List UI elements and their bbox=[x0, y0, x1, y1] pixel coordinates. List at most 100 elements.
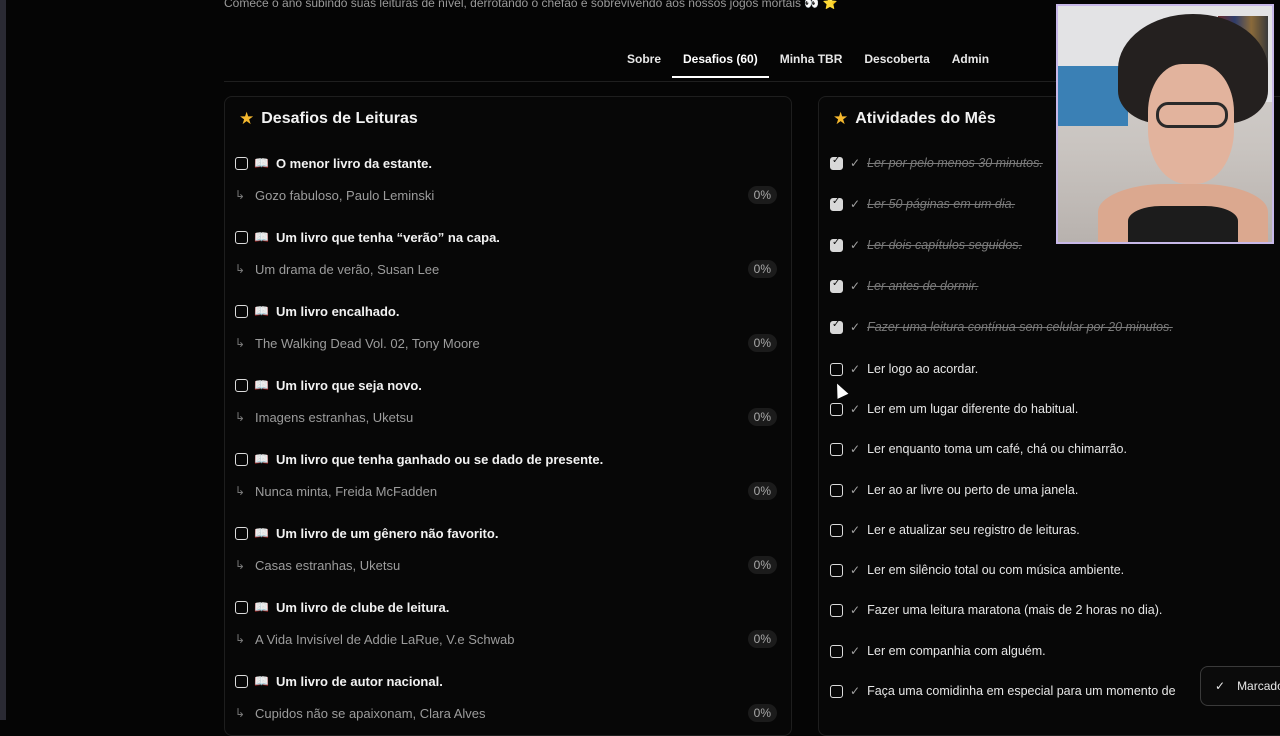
check-icon: ✓ bbox=[850, 197, 861, 211]
challenge-item: 📖 O menor livro da estante. ↳ Gozo fabulos… bbox=[235, 153, 783, 207]
activity-checkbox[interactable] bbox=[830, 155, 843, 170]
activity-label: Ler em companhia com alguém. bbox=[867, 644, 1046, 658]
check-icon: ✓ bbox=[850, 238, 861, 252]
challenge-book[interactable]: The Walking Dead Vol. 02, Tony Moore bbox=[255, 336, 748, 351]
activity-item: ✓ Fazer uma leitura contínua sem celular … bbox=[830, 317, 1173, 337]
activity-item: ✓ Ler enquanto toma um café, chá ou chima… bbox=[830, 439, 1127, 459]
challenge-checkbox[interactable] bbox=[235, 600, 248, 614]
activity-checkbox[interactable] bbox=[830, 196, 843, 211]
activity-item: ✓ Ler e atualizar seu registro de leitura… bbox=[830, 520, 1080, 540]
sub-arrow-icon: ↳ bbox=[235, 558, 246, 572]
star-icon: ★ bbox=[239, 109, 255, 128]
sub-arrow-icon: ↳ bbox=[235, 410, 246, 424]
tabs-divider bbox=[224, 81, 1104, 82]
challenge-checkbox[interactable] bbox=[235, 674, 248, 688]
challenge-item: 📖 Um livro que seja novo. ↳ Imagens estran… bbox=[235, 375, 783, 429]
activity-item: ✓ Ler em companhia com alguém. bbox=[830, 641, 1046, 661]
tab-descoberta[interactable]: Descoberta bbox=[853, 52, 940, 78]
check-icon: ✓ bbox=[850, 362, 861, 376]
check-icon: ✓ bbox=[850, 563, 861, 577]
challenge-book[interactable]: Um drama de verão, Susan Lee bbox=[255, 262, 748, 277]
activity-label: Ler em um lugar diferente do habitual. bbox=[867, 402, 1079, 416]
activity-label: Ler por pelo menos 30 minutos. bbox=[867, 156, 1043, 170]
challenge-item: 📖 Um livro que tenha “verão” na capa. ↳ Um… bbox=[235, 227, 783, 281]
challenge-book[interactable]: Cupidos não se apaixonam, Clara Alves bbox=[255, 706, 748, 721]
activity-item: ✓ Ler ao ar livre ou perto de uma janela. bbox=[830, 480, 1078, 500]
check-icon: ✓ bbox=[850, 523, 861, 537]
challenge-title: Um livro de autor nacional. bbox=[275, 673, 443, 689]
book-icon: 📖 bbox=[254, 674, 269, 688]
challenge-item: 📖 Um livro que tenha ganhado ou se dado d… bbox=[235, 449, 783, 503]
progress-badge: 0% bbox=[747, 408, 777, 426]
challenge-checkbox[interactable] bbox=[235, 526, 248, 540]
book-icon: 📖 bbox=[254, 600, 269, 614]
activity-checkbox[interactable] bbox=[830, 278, 843, 293]
challenge-title: Um livro que tenha ganhado ou se dado de… bbox=[275, 451, 604, 467]
activity-checkbox[interactable] bbox=[830, 684, 843, 698]
activity-checkbox[interactable] bbox=[830, 563, 843, 577]
challenge-checkbox[interactable] bbox=[235, 230, 248, 244]
challenge-book[interactable]: Gozo fabuloso, Paulo Leminski bbox=[255, 188, 748, 203]
progress-badge: 0% bbox=[747, 260, 777, 278]
challenge-checkbox[interactable] bbox=[235, 452, 248, 466]
check-icon: ✓ bbox=[850, 483, 861, 497]
sub-arrow-icon: ↳ bbox=[235, 706, 246, 720]
challenge-book[interactable]: Nunca minta, Freida McFadden bbox=[255, 484, 748, 499]
challenges-title: ★ Desafios de Leituras bbox=[239, 109, 418, 129]
tab-minha-tbr[interactable]: Minha TBR bbox=[769, 52, 854, 78]
challenge-item: 📖 Um livro de clube de leitura. ↳ A Vida I… bbox=[235, 597, 783, 651]
check-icon: ✓ bbox=[850, 279, 861, 293]
progress-badge: 0% bbox=[747, 334, 777, 352]
challenge-title: Um livro que tenha “verão” na capa. bbox=[275, 229, 500, 245]
challenge-title: O menor livro da estante. bbox=[275, 155, 432, 171]
challenge-item: 📖 Um livro de autor nacional. ↳ Cupidos nã… bbox=[235, 671, 783, 725]
tab-sobre[interactable]: Sobre bbox=[616, 52, 672, 78]
tab-admin[interactable]: Admin bbox=[941, 52, 1000, 78]
activity-label: Ler ao ar livre ou perto de uma janela. bbox=[867, 483, 1079, 497]
activity-label: Faça uma comidinha em especial para um m… bbox=[867, 684, 1176, 698]
activity-checkbox[interactable] bbox=[830, 402, 843, 416]
check-icon: ✓ bbox=[1215, 679, 1226, 693]
activity-label: Ler logo ao acordar. bbox=[867, 362, 979, 376]
activities-title-text: Atividades do Mês bbox=[855, 110, 996, 127]
check-icon: ✓ bbox=[850, 644, 861, 658]
activities-title: ★ Atividades do Mês bbox=[833, 109, 996, 129]
activity-checkbox[interactable] bbox=[830, 237, 843, 252]
challenge-book[interactable]: Imagens estranhas, Uketsu bbox=[255, 410, 748, 425]
check-icon: ✓ bbox=[850, 603, 861, 617]
progress-badge: 0% bbox=[747, 630, 777, 648]
check-icon: ✓ bbox=[850, 156, 861, 170]
activity-item: ✓ Ler em silêncio total ou com música amb… bbox=[830, 560, 1124, 580]
progress-badge: 0% bbox=[747, 186, 777, 204]
sub-arrow-icon: ↳ bbox=[235, 262, 246, 276]
activity-checkbox[interactable] bbox=[830, 523, 843, 537]
activity-item: ✓ Fazer uma leitura maratona (mais de 2 h… bbox=[830, 600, 1162, 620]
challenge-checkbox[interactable] bbox=[235, 156, 248, 170]
tab-desafios[interactable]: Desafios (60) bbox=[672, 52, 769, 78]
activity-checkbox[interactable] bbox=[830, 644, 843, 658]
activity-checkbox[interactable] bbox=[830, 603, 843, 617]
activity-item: ✓ Ler 50 páginas em um dia. bbox=[830, 194, 1015, 214]
left-window-edge bbox=[0, 0, 6, 720]
book-icon: 📖 bbox=[254, 304, 269, 318]
challenge-book[interactable]: Casas estranhas, Uketsu bbox=[255, 558, 748, 573]
activity-item: ✓ Ler antes de dormir. bbox=[830, 276, 978, 296]
main-tabs: Sobre Desafios (60) Minha TBR Descoberta… bbox=[616, 52, 1000, 78]
activity-checkbox[interactable] bbox=[830, 319, 843, 334]
activity-checkbox[interactable] bbox=[830, 362, 843, 376]
check-icon: ✓ bbox=[850, 442, 861, 456]
book-icon: 📖 bbox=[254, 452, 269, 466]
star-icon: ★ bbox=[833, 109, 849, 128]
activity-item: ✓ Faça uma comidinha em especial para um … bbox=[830, 681, 1176, 701]
sub-arrow-icon: ↳ bbox=[235, 484, 246, 498]
challenges-card: ★ Desafios de Leituras 📖 O menor livro da… bbox=[224, 96, 792, 736]
challenge-title: Um livro que seja novo. bbox=[275, 377, 422, 393]
challenge-book[interactable]: A Vida Invisível de Addie LaRue, V.e Sch… bbox=[255, 632, 748, 647]
activity-label: Ler antes de dormir. bbox=[867, 279, 979, 293]
toast-notification[interactable]: ✓ Marcado bbox=[1200, 666, 1280, 706]
activity-item: ✓ Ler por pelo menos 30 minutos. bbox=[830, 153, 1043, 173]
challenge-checkbox[interactable] bbox=[235, 378, 248, 392]
challenge-checkbox[interactable] bbox=[235, 304, 248, 318]
activity-checkbox[interactable] bbox=[830, 483, 843, 497]
activity-checkbox[interactable] bbox=[830, 442, 843, 456]
